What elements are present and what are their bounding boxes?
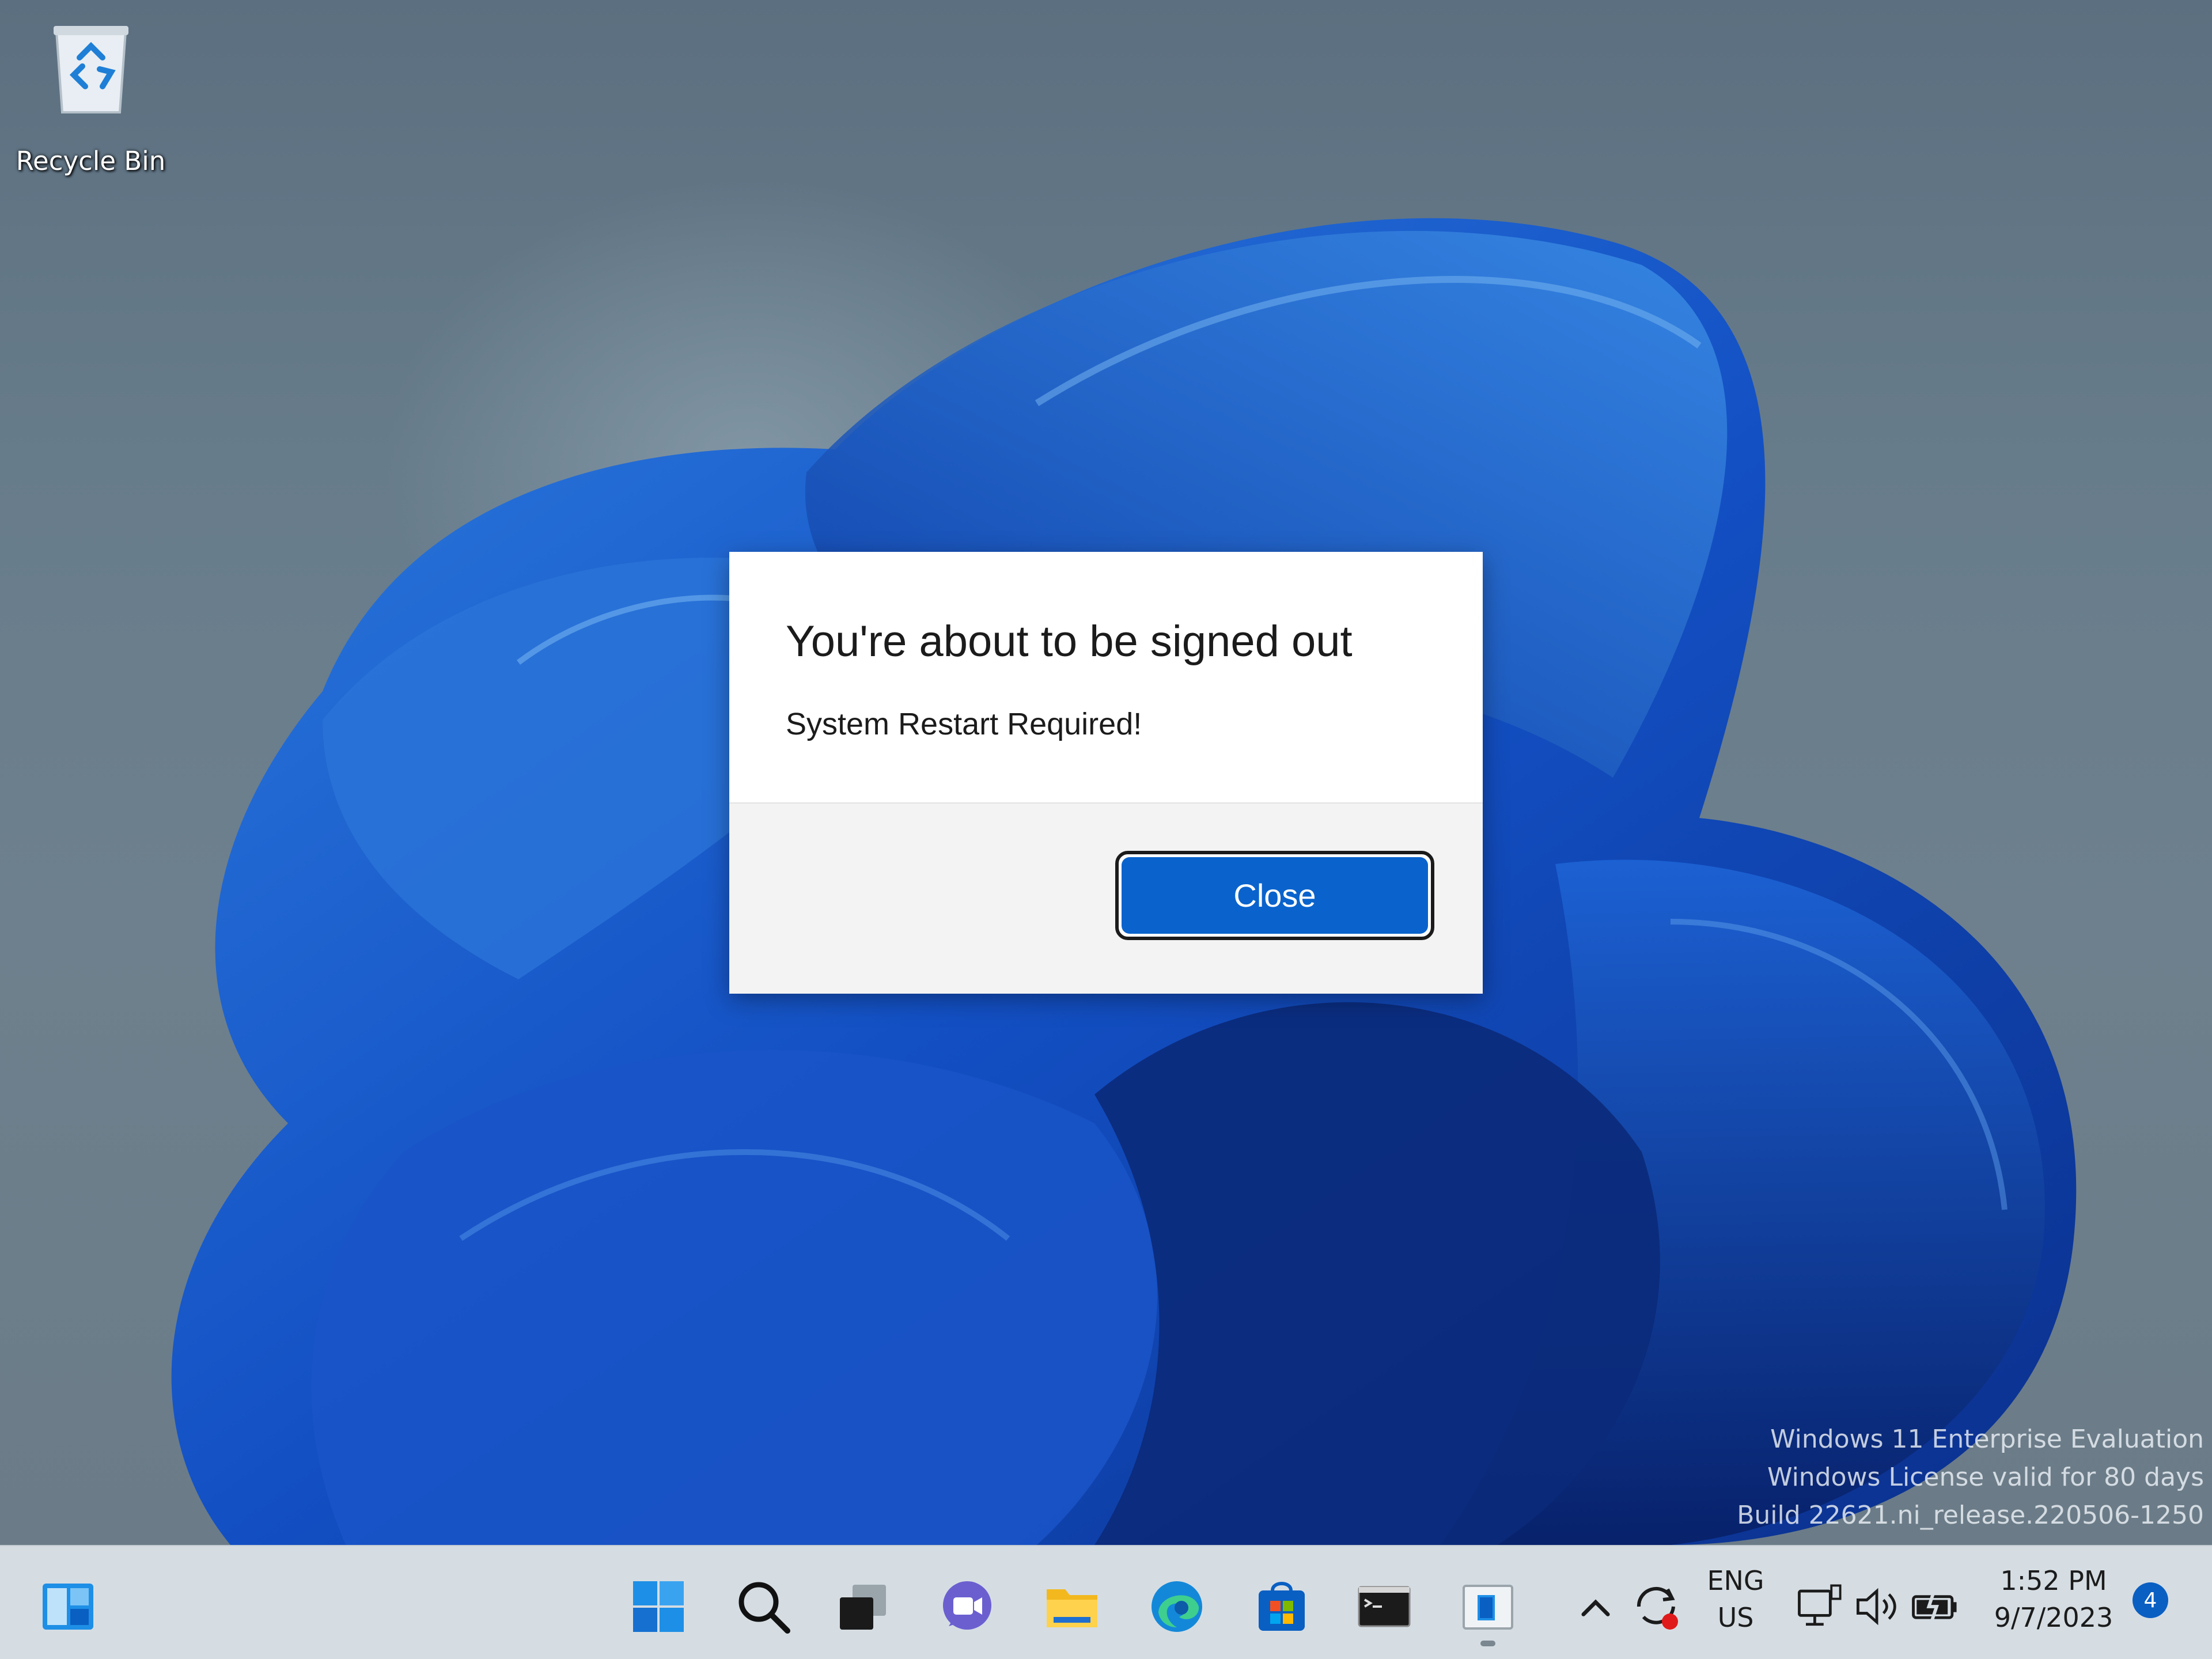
dialog-title: You're about to be signed out: [786, 617, 1353, 666]
dialog-footer: Close: [729, 802, 1483, 994]
region-code: US: [1717, 1602, 1754, 1633]
watermark-line: Windows 11 Enterprise Evaluation: [1770, 1425, 2204, 1454]
taskbar: ENG US 1:52 PM 9/7/2023: [0, 1545, 2212, 1659]
language-code: ENG: [1707, 1565, 1764, 1596]
terminal-icon[interactable]: [1353, 1575, 1416, 1638]
recycle-bin-icon: [48, 17, 134, 118]
battery-icon[interactable]: [1907, 1575, 1964, 1638]
volume-icon[interactable]: [1849, 1575, 1907, 1638]
clock-date: 9/7/2023: [1994, 1602, 2113, 1633]
notification-badge[interactable]: 4: [2133, 1582, 2168, 1618]
desktop-icon-recycle-bin[interactable]: Recycle Bin: [12, 17, 170, 176]
task-view-icon[interactable]: [831, 1575, 895, 1638]
sign-out-dialog: You're about to be signed out System Res…: [729, 552, 1483, 994]
close-button-label: Close: [1122, 857, 1428, 934]
edge-icon[interactable]: [1145, 1575, 1209, 1638]
app-window-icon[interactable]: [1456, 1575, 1520, 1638]
desktop-icon-label: Recycle Bin: [16, 146, 166, 176]
file-explorer-icon[interactable]: [1040, 1575, 1104, 1638]
store-icon[interactable]: [1250, 1575, 1313, 1638]
start-icon[interactable]: [627, 1575, 690, 1638]
activation-watermark: Windows 11 Enterprise Evaluation Windows…: [1737, 1421, 2204, 1535]
watermark-line: Windows License valid for 80 days: [1767, 1463, 2204, 1492]
sync-icon[interactable]: [1624, 1575, 1688, 1638]
watermark-line: Build 22621.ni_release.220506-1250: [1737, 1501, 2204, 1530]
widgets-icon[interactable]: [36, 1575, 100, 1638]
chevron-up-icon[interactable]: [1567, 1575, 1624, 1638]
language-indicator[interactable]: ENG US: [1698, 1562, 1773, 1636]
search-icon[interactable]: [732, 1575, 795, 1638]
network-icon[interactable]: [1791, 1575, 1849, 1638]
dialog-message: System Restart Required!: [786, 707, 1142, 741]
clock[interactable]: 1:52 PM 9/7/2023: [1976, 1562, 2131, 1636]
clock-time: 1:52 PM: [2000, 1565, 2107, 1596]
active-app-indicator: [1480, 1641, 1495, 1646]
chat-icon[interactable]: [935, 1575, 999, 1638]
close-button[interactable]: Close: [1115, 851, 1434, 940]
